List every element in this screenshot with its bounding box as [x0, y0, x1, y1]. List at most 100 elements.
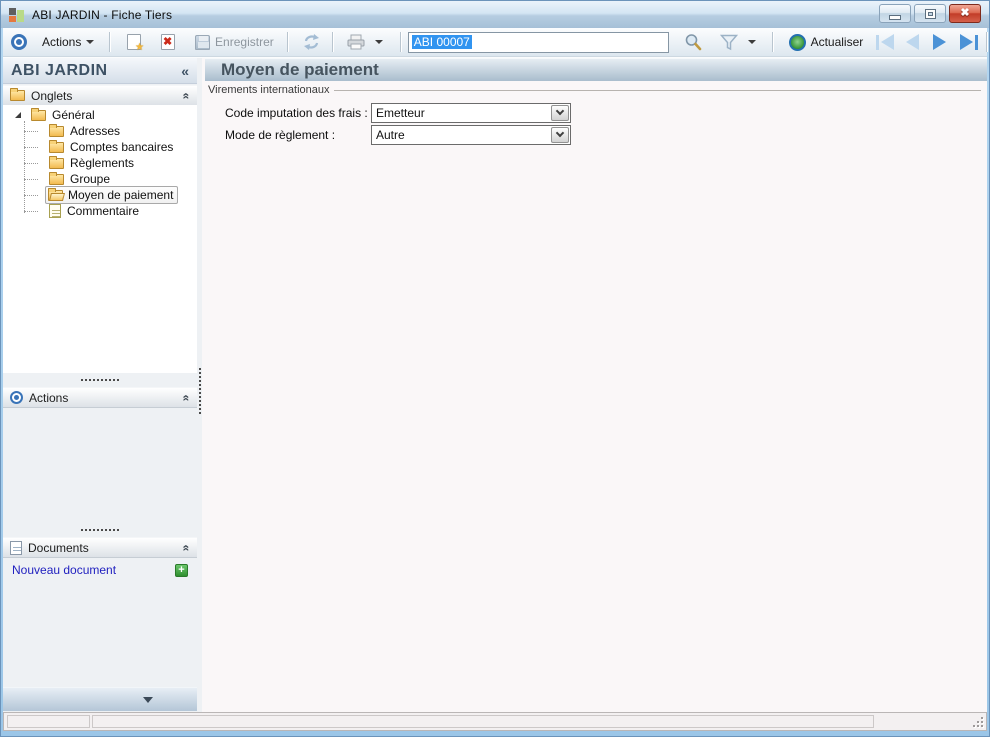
tree-item-groupe[interactable]: Groupe — [3, 171, 195, 187]
tree-item-label: Commentaire — [67, 204, 140, 218]
main-content: Moyen de paiement Virements internationa… — [202, 58, 987, 712]
mode-reglement-select[interactable]: Autre — [371, 124, 571, 145]
documents-section-label: Documents — [28, 540, 89, 555]
tree-item-general[interactable]: Général — [3, 107, 195, 123]
nav-next-button[interactable] — [933, 34, 947, 50]
titlebar[interactable]: ABI JARDIN - Fiche Tiers ✖ — [1, 1, 989, 28]
filter-button[interactable] — [713, 30, 745, 54]
search-button[interactable] — [677, 30, 709, 54]
nav-first-button[interactable] — [876, 34, 895, 50]
tree-expand-icon[interactable] — [15, 112, 21, 118]
add-document-button[interactable]: + — [175, 563, 188, 577]
folder-icon — [10, 88, 25, 101]
collapse-section-icon[interactable]: « — [180, 394, 194, 401]
chevron-down-icon — [143, 696, 153, 703]
close-button[interactable]: ✖ — [949, 4, 981, 23]
print-icon — [347, 34, 365, 50]
folder-icon — [49, 171, 64, 185]
actualiser-button[interactable]: Actualiser — [782, 30, 871, 54]
documents-section-header[interactable]: Documents « — [3, 537, 197, 558]
combo-dropdown-button[interactable] — [551, 104, 569, 121]
new-record-icon: ★ — [127, 34, 144, 53]
delete-record-icon: ✖ — [161, 34, 176, 50]
chevron-down-icon — [555, 128, 565, 138]
nav-previous-icon — [906, 34, 920, 50]
sidebar-footer-bar[interactable] — [3, 687, 197, 711]
maximize-icon — [925, 9, 935, 18]
sidebar-splitter-handle[interactable] — [3, 373, 197, 386]
code-imputation-select[interactable]: Emetteur — [371, 102, 571, 123]
page-title-bar: Moyen de paiement — [205, 58, 987, 81]
actions-section-header[interactable]: Actions « — [3, 387, 197, 408]
field-label: Mode de règlement : — [225, 127, 336, 142]
actions-bullet-icon — [11, 34, 27, 50]
nav-last-button[interactable] — [960, 34, 979, 50]
splitter-dots-icon — [81, 378, 119, 381]
status-bar — [3, 712, 987, 731]
record-input-selected-text: ABI 00007 — [411, 35, 472, 49]
tree-selected-highlight: Moyen de paiement — [45, 186, 179, 204]
filter-options-button[interactable] — [745, 30, 763, 54]
nav-first-icon — [881, 34, 895, 50]
new-document-row: Nouveau document + — [3, 561, 197, 579]
field-row-code-imputation: Code imputation des frais : Emetteur — [202, 102, 987, 123]
note-icon — [49, 204, 61, 218]
close-icon: ✖ — [960, 7, 970, 19]
groupbox-line — [322, 90, 981, 91]
actions-menu-button[interactable]: Actions — [35, 30, 101, 54]
toolbar-separator — [109, 32, 111, 52]
collapse-section-icon[interactable]: « — [180, 92, 194, 99]
toolbar-separator — [771, 32, 773, 52]
folder-icon — [49, 155, 64, 169]
combo-value: Autre — [376, 127, 405, 142]
combo-dropdown-button[interactable] — [551, 126, 569, 143]
tree-item-label: Règlements — [70, 156, 135, 170]
combo-value: Emetteur — [376, 105, 425, 120]
tree-item-reglements[interactable]: Règlements — [3, 155, 195, 171]
tree-item-comptes-bancaires[interactable]: Comptes bancaires — [3, 139, 195, 155]
save-icon — [195, 34, 211, 50]
document-icon — [10, 540, 22, 555]
tree-item-moyen-de-paiement-selected[interactable]: Moyen de paiement — [3, 186, 195, 204]
tree-item-label: Comptes bancaires — [70, 140, 174, 154]
sidebar-header: ABI JARDIN « — [3, 58, 197, 84]
nav-previous-button[interactable] — [906, 34, 920, 50]
tree-item-commentaire[interactable]: Commentaire — [3, 203, 195, 219]
status-panel-left — [7, 715, 90, 728]
record-search-input[interactable]: ABI 00007 — [407, 31, 669, 53]
filter-dropdown-caret-icon — [747, 40, 756, 44]
resize-grip[interactable] — [972, 716, 983, 727]
toolbar-separator — [400, 32, 401, 52]
print-options-button[interactable] — [372, 30, 390, 54]
actions-dropdown-caret-icon — [86, 40, 95, 44]
chevron-down-icon — [555, 106, 565, 116]
main-toolbar: Actions ★ ✖ Enregistrer ABI 00007 Actual… — [3, 28, 987, 57]
actions-menu-label: Actions — [42, 35, 82, 49]
window-title: ABI JARDIN - Fiche Tiers — [32, 7, 173, 22]
toolbar-separator — [332, 32, 334, 52]
minimize-button[interactable] — [879, 4, 911, 23]
save-button[interactable]: Enregistrer — [188, 30, 281, 54]
sidebar-splitter-handle[interactable] — [3, 523, 197, 536]
sidebar: ABI JARDIN « Onglets « Général Adresses … — [3, 58, 197, 712]
tree-item-label: Adresses — [70, 124, 121, 138]
print-button[interactable] — [340, 30, 372, 54]
maximize-button[interactable] — [914, 4, 946, 23]
tree-item-label: Moyen de paiement — [68, 188, 174, 202]
collapse-sidebar-icon[interactable]: « — [181, 63, 189, 79]
collapse-section-icon[interactable]: « — [180, 544, 194, 551]
application-window: ABI JARDIN - Fiche Tiers ✖ Actions ★ ✖ E… — [0, 0, 990, 737]
sidebar-title: ABI JARDIN — [11, 61, 108, 79]
new-document-link[interactable]: Nouveau document — [12, 563, 175, 577]
onglets-section-header[interactable]: Onglets « — [3, 85, 197, 106]
field-label: Code imputation des frais : — [225, 105, 368, 120]
actualiser-icon — [788, 33, 806, 51]
tree-item-adresses[interactable]: Adresses — [3, 123, 195, 139]
folder-icon — [49, 139, 64, 153]
folder-icon — [49, 123, 64, 137]
new-record-button[interactable]: ★ — [120, 30, 148, 54]
page-title: Moyen de paiement — [221, 60, 379, 79]
refresh-record-button[interactable] — [296, 30, 327, 54]
splitter-dots-icon — [81, 528, 119, 531]
delete-record-button[interactable]: ✖ — [154, 30, 182, 54]
